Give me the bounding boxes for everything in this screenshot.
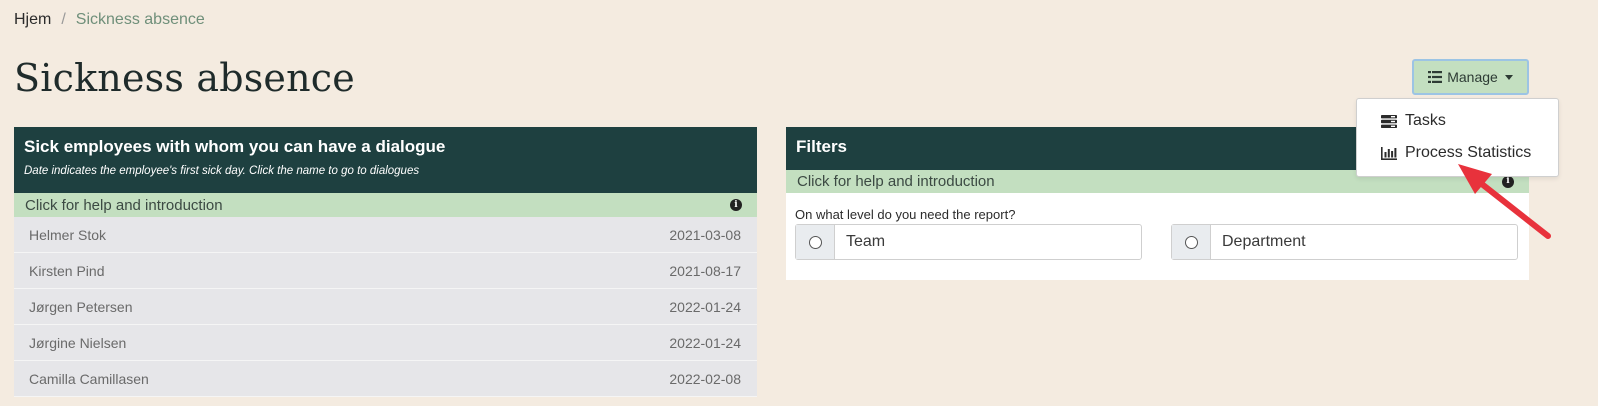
employee-name[interactable]: Helmer Stok — [29, 227, 106, 243]
list-icon — [1428, 71, 1443, 83]
info-icon[interactable]: i — [730, 199, 742, 211]
team-radio-button[interactable] — [808, 235, 822, 249]
employee-row[interactable]: Kirsten Pind 2021-08-17 — [14, 253, 757, 289]
manage-button[interactable]: Manage — [1412, 59, 1529, 95]
radio-box — [796, 225, 835, 259]
radio-box — [1172, 225, 1211, 259]
employee-date: 2021-03-08 — [669, 226, 741, 243]
employee-name[interactable]: Jørgen Petersen — [29, 299, 133, 315]
department-radio-button[interactable] — [1184, 235, 1198, 249]
breadcrumb: Hjem / Sickness absence — [14, 11, 205, 29]
breadcrumb-current: Sickness absence — [75, 11, 205, 28]
sick-employees-panel: Sick employees with whom you can have a … — [14, 127, 757, 397]
employee-row[interactable]: Helmer Stok 2021-03-08 — [14, 217, 757, 253]
employee-date: 2022-02-08 — [669, 370, 741, 387]
employee-date: 2022-01-24 — [669, 298, 741, 315]
breadcrumb-separator: / — [61, 11, 66, 28]
employee-row[interactable]: Jørgine Nielsen 2022-01-24 — [14, 325, 757, 361]
page-title: Sickness absence — [14, 56, 355, 100]
employee-name[interactable]: Kirsten Pind — [29, 263, 104, 279]
team-radio-option[interactable]: Team — [795, 224, 1142, 260]
employee-date: 2021-08-17 — [669, 262, 741, 279]
help-label: Click for help and introduction — [25, 196, 223, 214]
panel-header: Sick employees with whom you can have a … — [14, 127, 757, 193]
report-level-question: On what level do you need the report? — [795, 207, 1016, 222]
employee-list: Helmer Stok 2021-03-08 Kirsten Pind 2021… — [14, 217, 757, 397]
employee-date: 2022-01-24 — [669, 334, 741, 351]
radio-label: Team — [846, 233, 886, 250]
bar-chart-icon — [1381, 146, 1399, 160]
tasks-icon — [1381, 114, 1399, 128]
help-introduction-bar[interactable]: Click for help and introduction i — [14, 193, 757, 217]
breadcrumb-home-link[interactable]: Hjem — [14, 11, 51, 29]
menu-item-label: Tasks — [1405, 112, 1446, 129]
panel-subtitle: Date indicates the employee's first sick… — [24, 165, 420, 177]
employee-name[interactable]: Camilla Camillasen — [29, 371, 149, 387]
annotation-arrow-icon — [1458, 164, 1551, 239]
menu-item-tasks[interactable]: Tasks — [1381, 112, 1446, 130]
employee-row[interactable]: Camilla Camillasen 2022-02-08 — [14, 361, 757, 397]
employee-row[interactable]: Jørgen Petersen 2022-01-24 — [14, 289, 757, 325]
radio-label: Department — [1222, 233, 1306, 250]
employee-name[interactable]: Jørgine Nielsen — [29, 335, 126, 351]
caret-down-icon — [1504, 74, 1513, 80]
help-label: Click for help and introduction — [797, 173, 995, 190]
panel-title: Sick employees with whom you can have a … — [24, 137, 446, 156]
manage-button-label: Manage — [1447, 69, 1498, 85]
